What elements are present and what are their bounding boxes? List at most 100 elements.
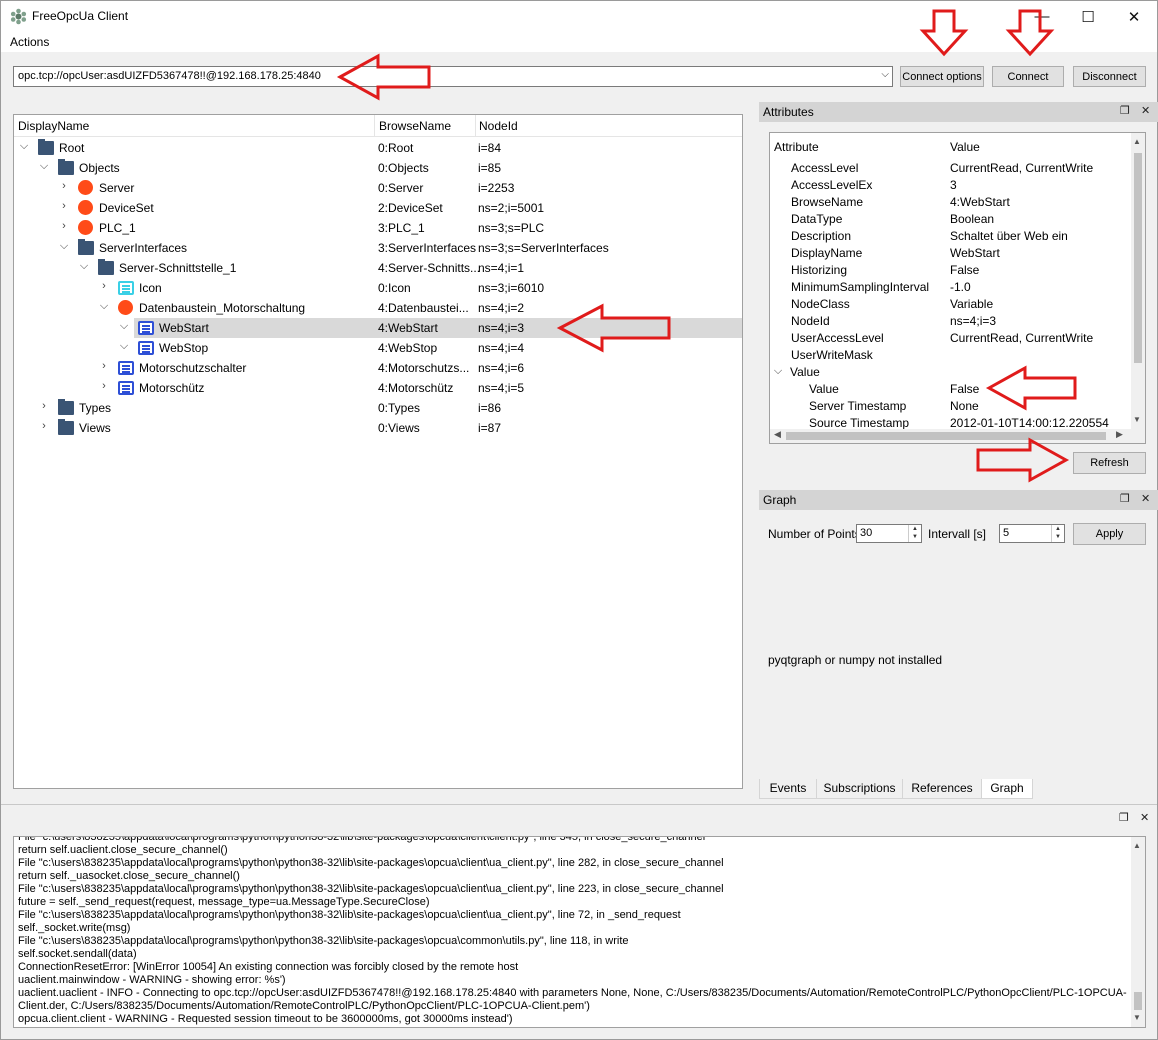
- scroll-up-icon[interactable]: ▲: [1133, 137, 1141, 146]
- connect-options-button[interactable]: Connect options: [900, 66, 984, 87]
- chevron-down-icon[interactable]: ⌵: [881, 69, 889, 80]
- tab-references[interactable]: References: [902, 779, 982, 799]
- tree-row[interactable]: › Icon 0:Icon ns=3;i=6010: [14, 278, 742, 298]
- address-space-tree[interactable]: DisplayName BrowseName NodeId ⌵ Root 0:Roo…: [13, 114, 743, 789]
- log-line: uaclient.uaclient - INFO - Connecting to…: [18, 987, 1127, 999]
- log-output[interactable]: File "c:\users\838235\appdata\local\prog…: [13, 836, 1146, 1028]
- tree-row[interactable]: ⌵ Root 0:Root i=84: [14, 138, 742, 158]
- interval-label: Intervall [s]: [928, 527, 987, 541]
- apply-button[interactable]: Apply: [1073, 523, 1146, 545]
- chevron-down-icon[interactable]: ⌵: [772, 365, 784, 378]
- tree-node-name: Server: [99, 181, 135, 195]
- variable-icon: [138, 341, 154, 355]
- tree-node-browsename: 4:WebStart: [378, 321, 438, 335]
- close-button[interactable]: ✕: [1111, 1, 1157, 32]
- chevron-down-icon[interactable]: ⌵: [78, 260, 90, 273]
- tree-node-nodeid: ns=4;i=3: [478, 321, 525, 335]
- float-icon[interactable]: ❐: [1119, 811, 1129, 824]
- column-attribute[interactable]: Attribute: [774, 140, 819, 154]
- scroll-down-icon[interactable]: ▼: [1133, 415, 1141, 424]
- column-value[interactable]: Value: [950, 140, 980, 154]
- attribute-row[interactable]: AccessLevelEx 3: [770, 178, 1130, 195]
- tree-row[interactable]: ⌵ Server-Schnittstelle_1 4:Server-Schnitts…: [14, 258, 742, 278]
- tree-row[interactable]: ⌵ Objects 0:Objects i=85: [14, 158, 742, 178]
- refresh-button[interactable]: Refresh: [1073, 452, 1146, 474]
- tree-node-name: ServerInterfaces: [99, 241, 188, 255]
- attribute-row[interactable]: Description Schaltet über Web ein: [770, 229, 1130, 246]
- disconnect-button[interactable]: Disconnect: [1073, 66, 1146, 87]
- tree-row[interactable]: › Types 0:Types i=86: [14, 398, 742, 418]
- chevron-right-icon[interactable]: ›: [98, 280, 110, 292]
- server-url-combobox[interactable]: opc.tcp://opcUser:asdUIZFD5367478!!@192.…: [13, 66, 893, 87]
- attribute-row[interactable]: NodeId ns=4;i=3: [770, 314, 1130, 331]
- tree-row[interactable]: › Server 0:Server i=2253: [14, 178, 742, 198]
- chevron-right-icon[interactable]: ›: [38, 400, 50, 412]
- chevron-down-icon[interactable]: ⌵: [98, 300, 110, 313]
- attribute-row[interactable]: AccessLevel CurrentRead, CurrentWrite: [770, 161, 1130, 178]
- maximize-button[interactable]: ☐: [1065, 1, 1111, 32]
- column-nodeid[interactable]: NodeId: [479, 119, 518, 133]
- chevron-down-icon[interactable]: ⌵: [118, 320, 130, 333]
- attribute-row[interactable]: NodeClass Variable: [770, 297, 1130, 314]
- chevron-right-icon[interactable]: ›: [98, 380, 110, 392]
- tree-row[interactable]: › DeviceSet 2:DeviceSet ns=2;i=5001: [14, 198, 742, 218]
- chevron-right-icon[interactable]: ›: [38, 420, 50, 432]
- attributes-table[interactable]: Attribute Value AccessLevel CurrentRead, …: [769, 132, 1146, 444]
- attributes-title: Attributes: [763, 105, 814, 119]
- close-icon[interactable]: ✕: [1140, 811, 1149, 824]
- chevron-down-icon[interactable]: ⌵: [18, 140, 30, 153]
- points-value: 30: [860, 527, 873, 539]
- points-spinbox[interactable]: 30 ▲ ▼: [856, 524, 922, 543]
- chevron-down-icon[interactable]: ⌵: [118, 340, 130, 353]
- attribute-row[interactable]: UserAccessLevel CurrentRead, CurrentWrite: [770, 331, 1130, 348]
- close-icon[interactable]: ✕: [1141, 492, 1150, 505]
- attribute-row[interactable]: DataType Boolean: [770, 212, 1130, 229]
- spin-arrows-icon[interactable]: ▲ ▼: [908, 525, 921, 542]
- chevron-right-icon[interactable]: ›: [98, 360, 110, 372]
- tree-node-name: Views: [79, 421, 111, 435]
- attribute-row[interactable]: UserWriteMask: [770, 348, 1130, 365]
- scroll-down-icon[interactable]: ▼: [1133, 1013, 1141, 1022]
- attribute-value: CurrentRead, CurrentWrite: [950, 331, 1094, 345]
- chevron-right-icon[interactable]: ›: [58, 220, 70, 232]
- scroll-up-icon[interactable]: ▲: [1133, 841, 1141, 850]
- tree-row[interactable]: › PLC_1 3:PLC_1 ns=3;s=PLC: [14, 218, 742, 238]
- interval-spinbox[interactable]: 5 ▲ ▼: [999, 524, 1065, 543]
- graph-title: Graph: [763, 493, 797, 507]
- tab-subscriptions[interactable]: Subscriptions: [816, 779, 903, 799]
- variable-icon: [118, 361, 134, 375]
- chevron-right-icon[interactable]: ›: [58, 200, 70, 212]
- tab-events[interactable]: Events: [759, 779, 817, 799]
- scroll-thumb[interactable]: [1134, 153, 1142, 363]
- attribute-row[interactable]: MinimumSamplingInterval -1.0: [770, 280, 1130, 297]
- column-browsename[interactable]: BrowseName: [379, 119, 451, 133]
- attributes-horizontal-scrollbar[interactable]: ◀ ▶: [770, 429, 1145, 443]
- attribute-row[interactable]: BrowseName 4:WebStart: [770, 195, 1130, 212]
- tree-row[interactable]: › Motorschütz 4:Motorschütz ns=4;i=5: [14, 378, 742, 398]
- float-icon[interactable]: ❐: [1120, 492, 1130, 505]
- attributes-vertical-scrollbar[interactable]: ▲ ▼: [1131, 133, 1145, 429]
- chevron-right-icon[interactable]: ›: [58, 180, 70, 192]
- scroll-thumb[interactable]: [1134, 992, 1142, 1010]
- tree-row[interactable]: › Views 0:Views i=87: [14, 418, 742, 438]
- attribute-value: Schaltet über Web ein: [950, 229, 1068, 243]
- tree-node-name: Objects: [79, 161, 120, 175]
- scroll-right-icon[interactable]: ▶: [1116, 429, 1123, 440]
- chevron-down-icon[interactable]: ⌵: [38, 160, 50, 173]
- scroll-left-icon[interactable]: ◀: [774, 429, 781, 440]
- spin-arrows-icon[interactable]: ▲ ▼: [1051, 525, 1064, 542]
- tab-graph[interactable]: Graph: [981, 779, 1033, 799]
- chevron-down-icon[interactable]: ⌵: [58, 240, 70, 253]
- close-icon[interactable]: ✕: [1141, 104, 1150, 117]
- tree-row[interactable]: ⌵ ServerInterfaces 3:ServerInterfaces ns=3;…: [14, 238, 742, 258]
- menu-actions[interactable]: Actions: [10, 35, 49, 49]
- attribute-row[interactable]: Historizing False: [770, 263, 1130, 280]
- connect-button[interactable]: Connect: [992, 66, 1064, 87]
- column-displayname[interactable]: DisplayName: [18, 119, 89, 133]
- log-line: File "c:\users\838235\appdata\local\prog…: [18, 883, 724, 895]
- attribute-row[interactable]: DisplayName WebStart: [770, 246, 1130, 263]
- tree-node-name: Types: [79, 401, 112, 415]
- float-icon[interactable]: ❐: [1120, 104, 1130, 117]
- log-vertical-scrollbar[interactable]: ▲ ▼: [1131, 837, 1145, 1027]
- tree-row[interactable]: › Motorschutzschalter 4:Motorschutzs... ns=…: [14, 358, 742, 378]
